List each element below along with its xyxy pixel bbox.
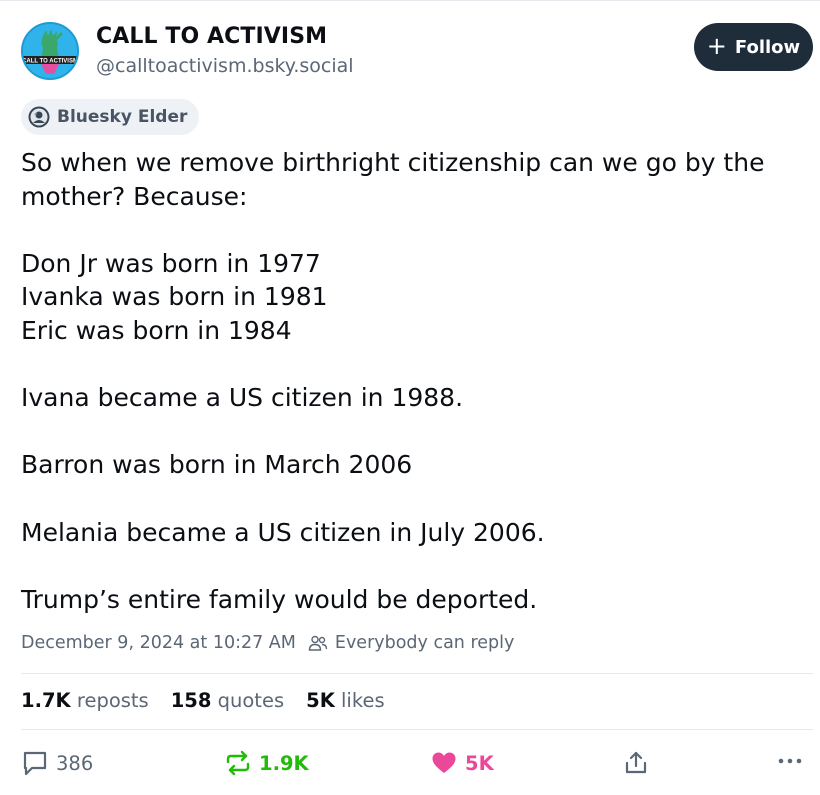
post-line	[21, 549, 801, 583]
reposts-stat[interactable]: 1.7K reposts	[21, 689, 149, 712]
repost-button[interactable]: 1.9K	[224, 749, 309, 777]
post-line: Ivana became a US citizen in 1988.	[21, 383, 464, 413]
heart-icon	[432, 752, 456, 773]
like-count: 5K	[465, 751, 494, 775]
badge-label: Bluesky Elder	[57, 107, 188, 127]
post-meta: December 9, 2024 at 10:27 AM Everybody c…	[21, 633, 514, 653]
avatar-image: CALL TO ACTIVISM	[23, 24, 77, 78]
author-name[interactable]: CALL TO ACTIVISM	[96, 24, 327, 49]
post-line: mother? Because:	[21, 181, 248, 211]
author-avatar[interactable]: CALL TO ACTIVISM	[21, 22, 79, 80]
more-options-button[interactable]	[777, 757, 803, 765]
share-icon	[625, 751, 647, 774]
reposts-label: reposts	[76, 689, 149, 712]
post-line: Melania became a US citizen in July 2006…	[21, 517, 545, 547]
post-line	[21, 213, 801, 247]
stats-bottom-divider	[21, 729, 813, 730]
post-line: Trump’s entire family would be deported.	[21, 584, 538, 614]
elder-avatar-icon	[28, 106, 50, 128]
repost-count: 1.9K	[259, 751, 309, 775]
post-line	[21, 482, 801, 516]
post-line: So when we remove birthright citizenship…	[21, 148, 765, 177]
more-icon	[778, 758, 802, 764]
post-line: Barron was born in March 2006	[21, 450, 413, 480]
reposts-count: 1.7K	[21, 689, 71, 712]
quotes-stat[interactable]: 158 quotes	[171, 689, 284, 712]
quotes-label: quotes	[217, 689, 285, 712]
post-timestamp[interactable]: December 9, 2024 at 10:27 AM	[21, 633, 296, 653]
likes-label: likes	[341, 689, 385, 712]
follow-label: Follow	[734, 36, 801, 58]
plus-icon: +	[706, 32, 727, 60]
engagement-stats: 1.7K reposts 158 quotes 5K likes	[21, 689, 385, 712]
reply-icon	[23, 751, 47, 776]
post-line: Ivanka was born in 1981	[21, 282, 328, 312]
repost-icon	[226, 750, 250, 776]
likes-count: 5K	[306, 689, 335, 712]
post-text: So when we remove birthright citizenship…	[21, 146, 801, 616]
post-line: Eric was born in 1984	[21, 315, 292, 345]
reply-setting: Everybody can reply	[334, 633, 515, 653]
reply-button[interactable]: 386	[21, 749, 93, 777]
top-divider	[0, 0, 820, 1]
people-icon	[308, 635, 328, 651]
author-handle[interactable]: @calltoactivism.bsky.social	[96, 55, 354, 77]
share-button[interactable]	[622, 749, 650, 777]
post-line	[21, 348, 801, 382]
stats-top-divider	[21, 673, 813, 674]
post-line	[21, 415, 801, 449]
quotes-count: 158	[170, 689, 212, 712]
like-button[interactable]: 5K	[430, 749, 494, 777]
bluesky-elder-badge[interactable]: Bluesky Elder	[21, 99, 200, 135]
follow-button[interactable]: + Follow	[694, 23, 813, 71]
post-line: Don Jr was born in 1977	[21, 248, 321, 278]
likes-stat[interactable]: 5K likes	[306, 689, 384, 712]
avatar-lettering: CALL TO ACTIVISM	[23, 59, 77, 65]
reply-count: 386	[56, 751, 94, 775]
